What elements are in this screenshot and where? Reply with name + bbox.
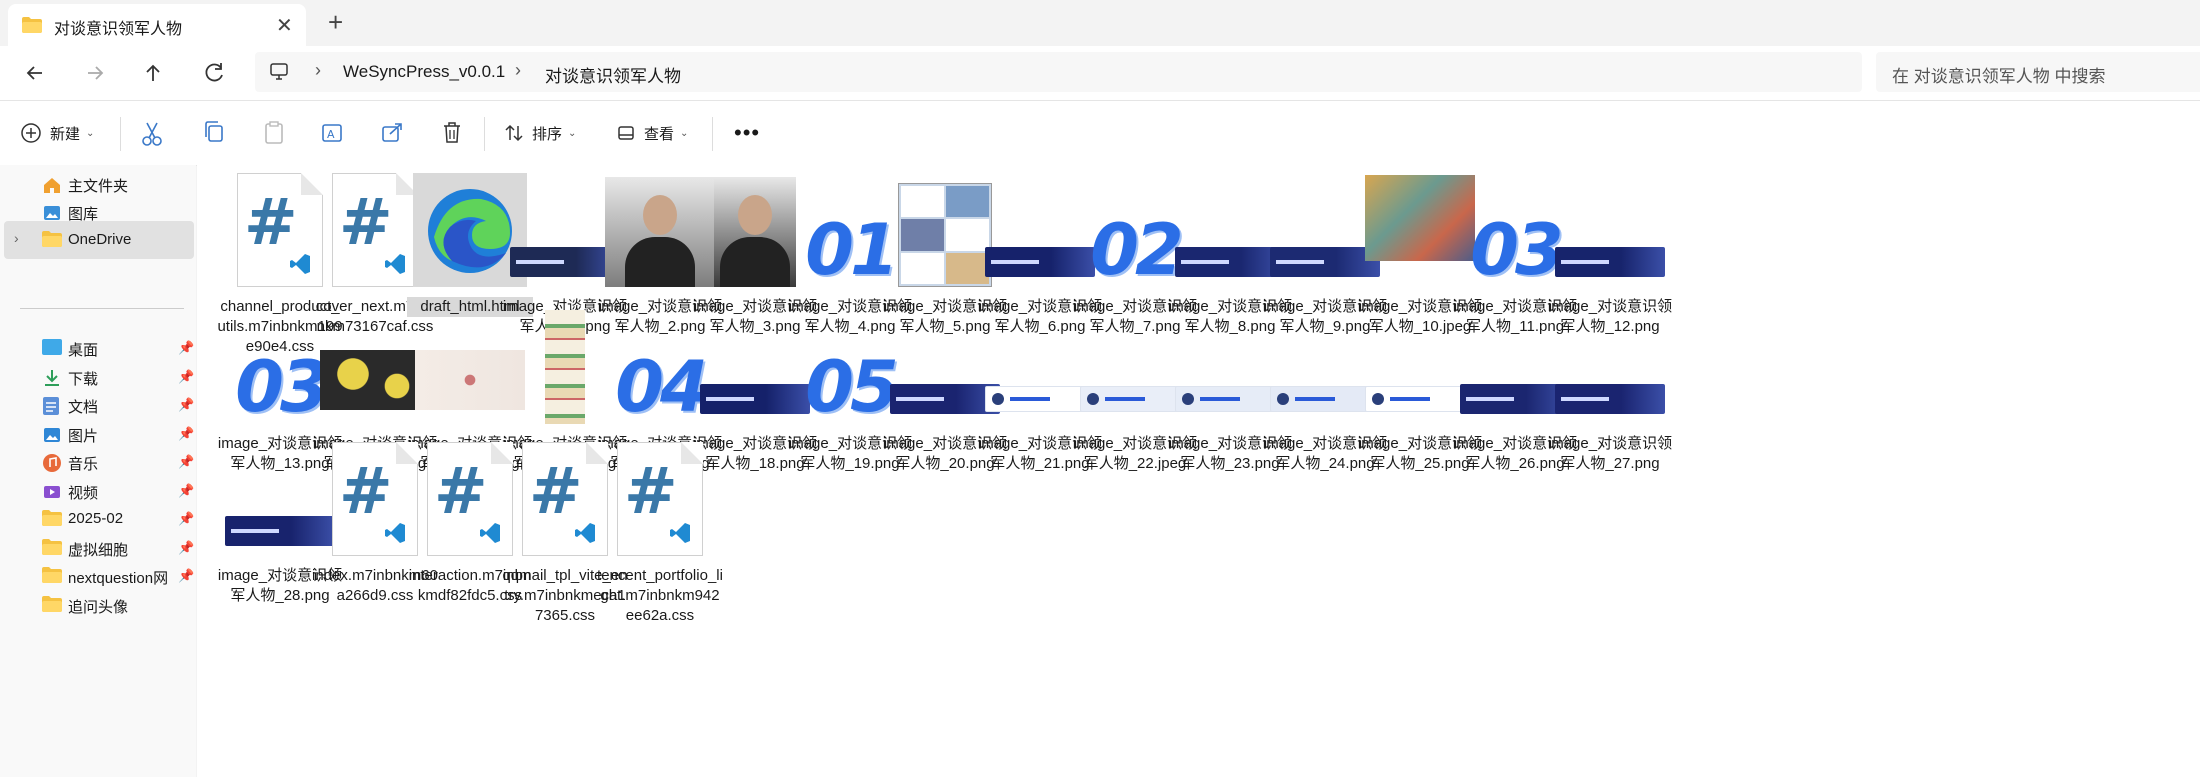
sort-label: 排序 — [532, 125, 563, 143]
image-file-item[interactable]: image_对谈意识领军人物_27.png — [1547, 310, 1673, 490]
svg-text:A: A — [327, 128, 335, 141]
breadcrumb-item[interactable]: WeSyncPress_v0.0.1 — [343, 62, 505, 82]
forward-icon[interactable] — [80, 58, 110, 88]
folder-icon — [42, 567, 62, 587]
folder-icon — [42, 595, 62, 616]
folder-icon — [42, 510, 62, 530]
share-icon[interactable] — [380, 117, 404, 149]
css-file-item[interactable]: # tencent_portfolio_light.m7inbnkm942ee62… — [597, 442, 723, 642]
css-file-icon: # — [522, 442, 608, 556]
new-label: 新建 — [50, 125, 81, 143]
view-label: 查看 — [644, 125, 675, 143]
pin-icon: 📌 — [178, 511, 195, 526]
divider — [20, 308, 184, 309]
address-bar[interactable]: › WeSyncPress_v0.0.1 › 对谈意识领军人物 — [255, 52, 1862, 92]
sidebar-item-label: 桌面 — [68, 342, 99, 359]
search-placeholder: 在 对谈意识领军人物 中搜索 — [1892, 67, 2106, 86]
image-thumbnail — [1555, 247, 1665, 277]
new-button[interactable]: 新建 ⌄ — [20, 117, 94, 149]
pin-icon: 📌 — [178, 368, 195, 384]
sidebar-item--[interactable]: 追问头像 — [4, 586, 194, 624]
new-tab-icon[interactable]: + — [328, 7, 343, 38]
view-button[interactable]: 查看 ⌄ — [616, 117, 688, 149]
css-file-icon: # — [332, 173, 418, 287]
sidebar-item-label: 2025-02 — [68, 510, 124, 527]
chevron-right-icon[interactable]: › — [14, 230, 19, 246]
chevron-down-icon: ⌄ — [86, 127, 95, 139]
pin-icon: 📌 — [178, 425, 195, 441]
chevron-down-icon: ⌄ — [568, 127, 577, 139]
file-list: # channel_product_utils.m7inbnkm199e90e4.… — [197, 165, 2200, 777]
computer-icon — [270, 63, 288, 80]
folder-icon — [42, 538, 62, 559]
sidebar-item-onedrive[interactable]: › OneDrive — [4, 221, 194, 259]
folder-icon — [42, 231, 62, 251]
pin-icon: 📌 — [178, 454, 195, 469]
pin-icon: 📌 — [178, 539, 195, 555]
title-bar: 对谈意识领军人物 ✕ + — [0, 0, 2200, 46]
tab-title: 对谈意识领军人物 — [54, 21, 183, 38]
chevron-down-icon: ⌄ — [680, 127, 689, 139]
breadcrumb-separator: › — [515, 60, 521, 80]
command-bar: 新建 ⌄ A 排序 ⌄ 查看 ⌄ ••• — [0, 100, 2200, 166]
up-icon[interactable] — [138, 58, 168, 88]
css-file-icon: # — [617, 442, 703, 556]
pin-icon: 📌 — [178, 340, 195, 355]
css-file-icon: # — [427, 442, 513, 556]
breadcrumb-item[interactable]: 对谈意识领军人物 — [545, 62, 681, 87]
css-file-icon: # — [332, 442, 418, 556]
more-options-icon[interactable]: ••• — [734, 117, 760, 149]
navigation-bar: › WeSyncPress_v0.0.1 › 对谈意识领军人物 在 对谈意识领军… — [0, 46, 2200, 100]
paste-icon[interactable] — [262, 117, 286, 149]
image-thumbnail — [545, 310, 585, 424]
sidebar-item-label: 文档 — [68, 399, 99, 416]
pin-icon: 📌 — [178, 397, 195, 412]
folder-icon — [22, 17, 42, 33]
desktop-icon — [42, 339, 62, 359]
tab-current[interactable]: 对谈意识领军人物 ✕ — [8, 4, 306, 46]
breadcrumb-separator: › — [315, 60, 321, 80]
sidebar-item-label: OneDrive — [68, 231, 132, 248]
file-name: tencent_portfolio_light.m7inbnkm942ee62a… — [597, 567, 723, 624]
file-name: image_对谈意识领军人物_27.png — [1547, 435, 1673, 472]
search-input[interactable]: 在 对谈意识领军人物 中搜索 — [1876, 52, 2200, 92]
css-file-icon: # — [237, 173, 323, 287]
sidebar-item-label: nextquestion网 — [68, 570, 169, 587]
rename-icon[interactable]: A — [320, 117, 344, 149]
image-thumbnail — [714, 177, 796, 287]
sidebar-item-label: 追问头像 — [68, 598, 129, 616]
sort-button[interactable]: 排序 ⌄ — [504, 117, 576, 149]
pin-icon: 📌 — [178, 568, 195, 583]
sort-icon — [505, 124, 523, 142]
navigation-pane: 主文件夹 图库 › OneDrive 桌面 📌 下载 📌 文档 📌 图片 📌 音乐 📌 视频 📌 2025-0… — [0, 165, 196, 777]
cut-icon[interactable] — [140, 117, 164, 149]
view-icon — [618, 126, 634, 140]
edge-browser-icon — [428, 189, 512, 273]
sidebar-item-label: 音乐 — [68, 456, 99, 473]
back-icon[interactable] — [20, 58, 50, 88]
pin-icon: 📌 — [178, 482, 195, 498]
copy-icon[interactable] — [202, 117, 226, 149]
delete-icon[interactable] — [440, 117, 464, 149]
close-tab-icon[interactable]: ✕ — [276, 13, 293, 38]
plus-circle-icon — [21, 123, 41, 143]
refresh-icon[interactable] — [200, 58, 230, 88]
image-thumbnail — [1555, 384, 1665, 414]
